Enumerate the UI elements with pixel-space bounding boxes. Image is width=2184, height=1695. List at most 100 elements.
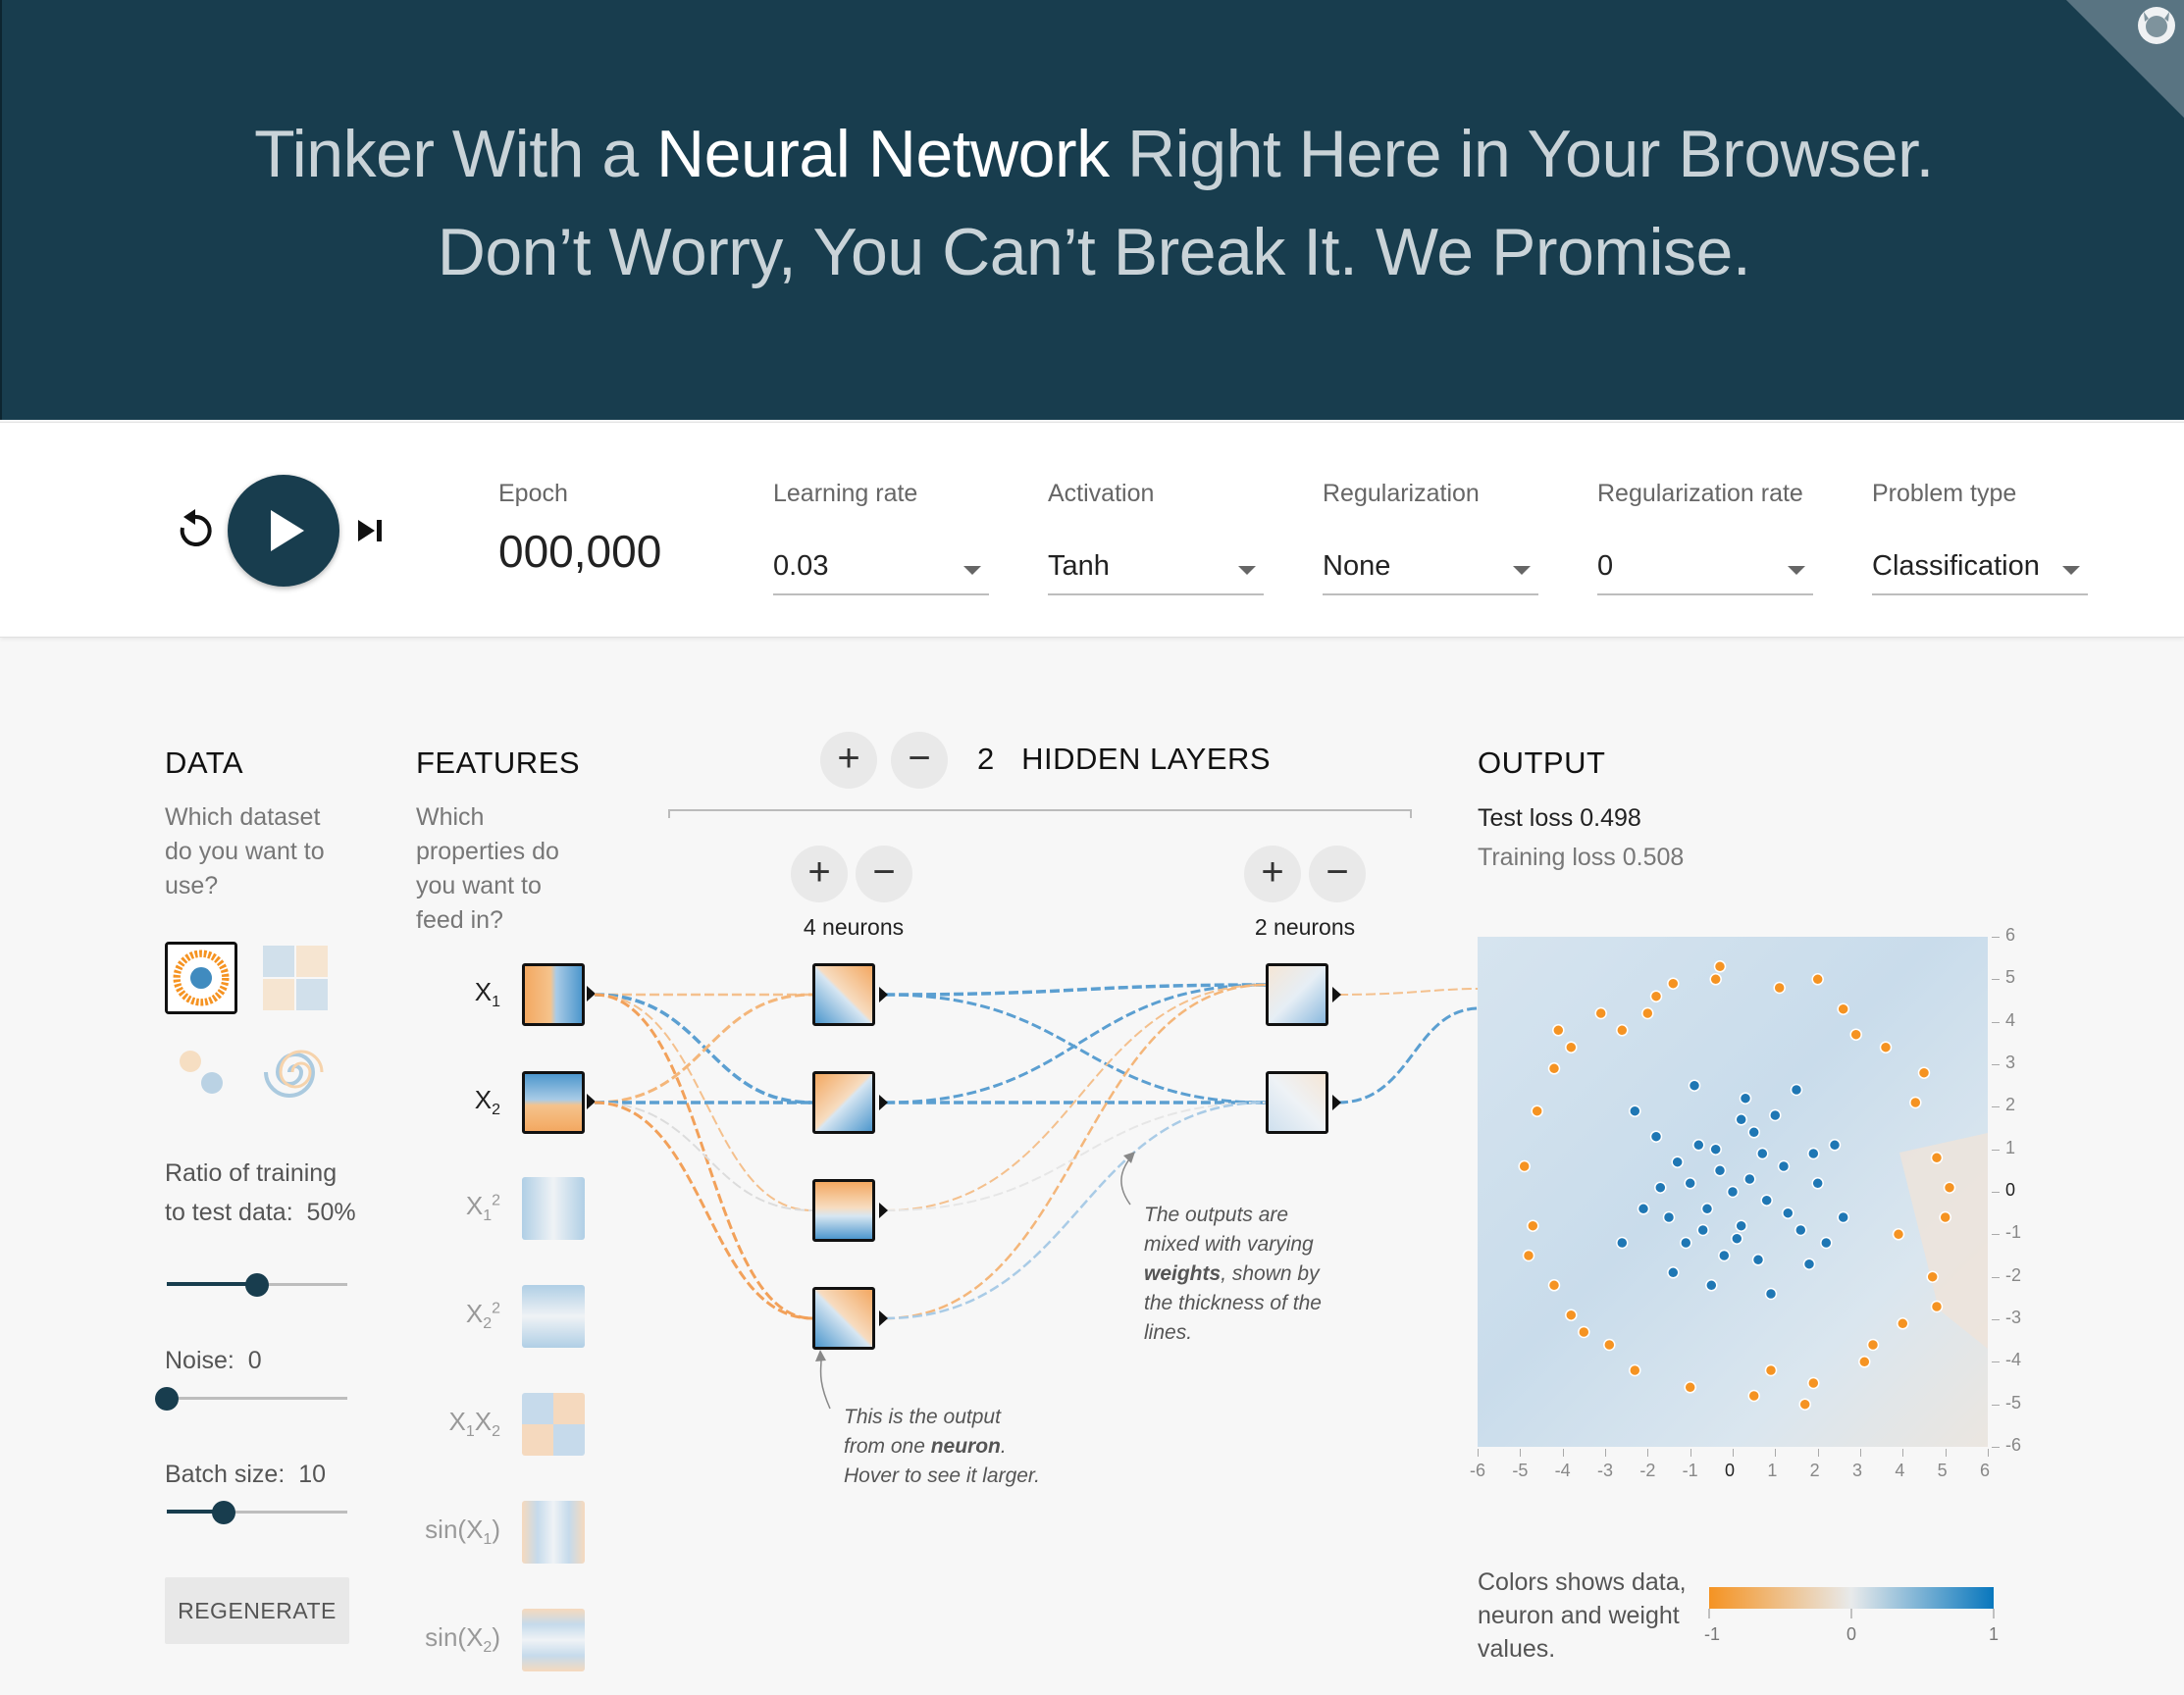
scatter-point-s0-38	[1735, 1113, 1747, 1126]
y-tick-mark	[1992, 1149, 2000, 1151]
scatter-point-s0-2	[1713, 1164, 1727, 1177]
scatter-point-s0-8	[1692, 1139, 1705, 1152]
scatter-point-s0-11	[1794, 1223, 1807, 1237]
x-tick-label: 0	[1725, 1461, 1736, 1480]
x-tick-label: 3	[1852, 1461, 1863, 1480]
scatter-point-s1-20	[1518, 1159, 1531, 1173]
scatter-point-s1-24	[1866, 1338, 1880, 1352]
y-tick-label: -1	[2005, 1222, 2022, 1243]
x-tick-mark	[1562, 1449, 1564, 1457]
scatter-point-s1-39	[1849, 1028, 1862, 1041]
scatter-point-s1-25	[1917, 1066, 1931, 1079]
y-tick-label: 0	[2005, 1180, 2016, 1200]
neuron-port	[879, 1095, 888, 1110]
scatter-point-s1-12	[1858, 1356, 1871, 1368]
neuron-l2-2[interactable]	[1266, 1071, 1328, 1134]
scatter-point-s0-32	[1731, 1232, 1743, 1245]
output-plot[interactable]	[1478, 937, 1988, 1447]
scatter-point-s0-29	[1756, 1147, 1769, 1160]
y-tick-mark	[1992, 1192, 2000, 1193]
note-neuron-bold: neuron	[930, 1435, 1001, 1458]
scatter-point-s0-7	[1777, 1159, 1791, 1173]
scatter-point-s0-31	[1782, 1207, 1794, 1219]
link	[884, 983, 1267, 1104]
x-tick-mark	[1817, 1449, 1819, 1457]
annotation-arrow	[819, 1353, 831, 1410]
legend-tick-min: -1	[1704, 1624, 1721, 1644]
x-tick-mark	[1520, 1449, 1522, 1457]
x-tick-mark	[1775, 1449, 1777, 1457]
neuron-l1-3[interactable]	[812, 1179, 875, 1242]
scatter-point-s0-10	[1662, 1210, 1676, 1224]
y-tick-label: -2	[2005, 1264, 2022, 1285]
link	[594, 1102, 813, 1211]
scatter-point-s1-15	[1684, 1381, 1696, 1394]
scatter-point-s0-24	[1616, 1236, 1629, 1250]
y-tick-label: -5	[2005, 1392, 2022, 1412]
scatter-point-s1-2	[1649, 990, 1663, 1002]
x-tick-mark	[1733, 1449, 1734, 1457]
y-tick-label: 6	[2005, 925, 2016, 945]
scatter-point-s1-3	[1709, 973, 1722, 986]
scatter-point-s0-35	[1696, 1223, 1709, 1237]
y-tick-mark	[1992, 1276, 2000, 1278]
y-tick-mark	[1992, 1064, 2000, 1065]
neuron-l1-1[interactable]	[812, 963, 875, 1026]
scatter-point-s1-8	[1930, 1152, 1944, 1164]
neuron-l2-1[interactable]	[1266, 963, 1328, 1026]
scatter-point-s1-13	[1807, 1376, 1820, 1390]
scatter-point-s1-4	[1773, 981, 1786, 995]
scatter-point-s0-4	[1700, 1203, 1714, 1215]
y-tick-mark	[1992, 1106, 2000, 1108]
scatter-point-s0-20	[1667, 1266, 1680, 1279]
neuron-port	[879, 987, 888, 1002]
x-tick-label: 1	[1767, 1461, 1778, 1480]
scatter-point-s1-26	[1565, 1309, 1578, 1321]
x-tick-label: -3	[1597, 1461, 1614, 1480]
scatter-point-s0-33	[1671, 1156, 1684, 1168]
scatter-point-s0-30	[1709, 1143, 1722, 1156]
scatter-point-s1-38	[1667, 977, 1680, 990]
scatter-point-s1-1	[1594, 1006, 1607, 1020]
x-tick-label: 2	[1809, 1461, 1820, 1480]
scatter-point-s1-19	[1527, 1219, 1539, 1232]
y-tick-label: 3	[2005, 1053, 2016, 1072]
y-tick-label: 1	[2005, 1137, 2016, 1157]
y-tick-mark	[1992, 1361, 2000, 1363]
x-tick-mark	[1945, 1449, 1947, 1457]
neuron-port	[879, 1203, 888, 1218]
note-neuron: This is the output from one neuron. Hove…	[844, 1403, 1040, 1491]
scatter-point-s1-23	[1616, 1024, 1629, 1037]
neuron-l1-2[interactable]	[812, 1071, 875, 1134]
neuron-port	[879, 1310, 888, 1326]
scatter-point-s1-34	[1552, 1024, 1565, 1037]
note-weights-bold: weights	[1144, 1262, 1222, 1285]
link	[1337, 1006, 1481, 1104]
legend-tick-max: 1	[1989, 1624, 2000, 1644]
scatter-point-s1-10	[1926, 1270, 1939, 1283]
color-legend-text: Colors shows data, neuron and weight val…	[1478, 1568, 1687, 1663]
scatter-point-s1-14	[1747, 1389, 1760, 1403]
neuron-l1-4[interactable]	[812, 1287, 875, 1350]
scatter-point-s1-31	[1943, 1181, 1956, 1194]
scatter-point-s1-35	[1798, 1398, 1811, 1411]
note-weights-pre: The outputs are mixed with varying	[1144, 1204, 1314, 1256]
scatter-point-s0-6	[1684, 1177, 1696, 1190]
y-tick-mark	[1992, 1021, 2000, 1023]
x-tick-mark	[1902, 1449, 1904, 1457]
scatter-point-s0-12	[1718, 1249, 1731, 1262]
test-loss-label: Test loss	[1478, 804, 1574, 832]
neuron-port	[1332, 1095, 1341, 1110]
scatter-point-s1-33	[1892, 1228, 1905, 1241]
x-tick-mark	[1647, 1449, 1649, 1457]
test-loss: Test loss 0.498	[1478, 804, 1641, 833]
scatter-point-s1-0	[1565, 1041, 1578, 1053]
x-tick-label: -1	[1682, 1461, 1698, 1480]
scatter-point-s0-17	[1739, 1092, 1752, 1104]
scatter-point-s0-39	[1820, 1236, 1833, 1250]
x-tick-label: -2	[1639, 1461, 1656, 1480]
scatter-point-s0-23	[1764, 1287, 1778, 1301]
scatter-point-s0-9	[1747, 1126, 1760, 1139]
y-tick-mark	[1992, 1234, 2000, 1236]
output-section-title: OUTPUT	[1478, 745, 1606, 780]
